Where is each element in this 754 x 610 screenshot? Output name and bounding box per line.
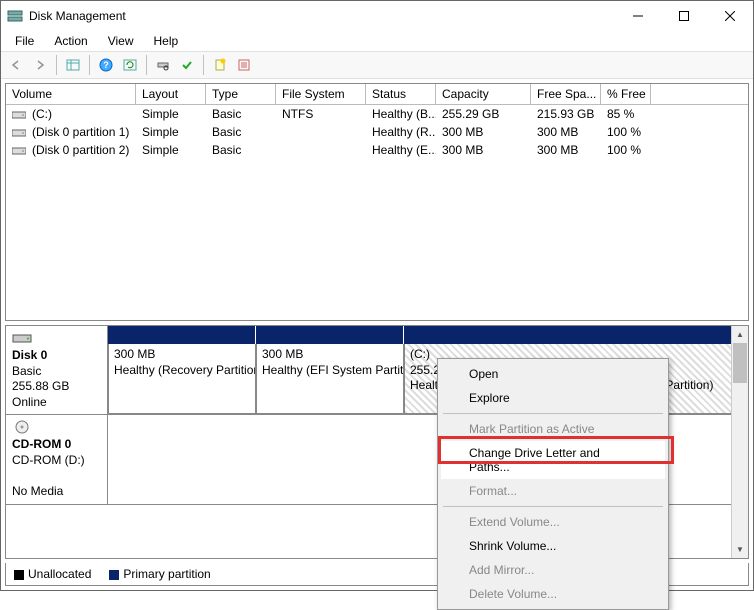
- drive-icon: [12, 127, 26, 138]
- disk-info[interactable]: Disk 0 Basic 255.88 GB Online: [6, 326, 108, 414]
- properties-icon[interactable]: [233, 54, 255, 76]
- menu-action[interactable]: Action: [46, 32, 95, 50]
- menu-view[interactable]: View: [100, 32, 142, 50]
- menu-help[interactable]: Help: [146, 32, 187, 50]
- volume-row[interactable]: (Disk 0 partition 2) Simple Basic Health…: [6, 141, 748, 159]
- volume-list: Volume Layout Type File System Status Ca…: [5, 83, 749, 321]
- view-icon[interactable]: [62, 54, 84, 76]
- col-layout[interactable]: Layout: [136, 84, 206, 105]
- partition[interactable]: 300 MB Healthy (EFI System Partition): [256, 344, 404, 414]
- volume-row[interactable]: (Disk 0 partition 1) Simple Basic Health…: [6, 123, 748, 141]
- col-free[interactable]: Free Spa...: [531, 84, 601, 105]
- check-icon[interactable]: [176, 54, 198, 76]
- menu-file[interactable]: File: [7, 32, 42, 50]
- rescan-icon[interactable]: [152, 54, 174, 76]
- new-icon[interactable]: [209, 54, 231, 76]
- menu-mark-active: Mark Partition as Active: [441, 417, 665, 441]
- scroll-down-icon[interactable]: ▼: [732, 541, 748, 558]
- swatch-unallocated: [14, 570, 24, 580]
- col-status[interactable]: Status: [366, 84, 436, 105]
- context-menu: Open Explore Mark Partition as Active Ch…: [437, 358, 669, 610]
- drive-icon: [12, 145, 26, 156]
- window-title: Disk Management: [29, 9, 615, 23]
- svg-text:?: ?: [103, 60, 109, 70]
- menu-add-mirror: Add Mirror...: [441, 558, 665, 582]
- titlebar: Disk Management: [1, 1, 753, 31]
- menu-extend: Extend Volume...: [441, 510, 665, 534]
- disk-management-window: Disk Management File Action View Help ? …: [0, 0, 754, 591]
- scrollbar-vertical[interactable]: ▲ ▼: [731, 326, 748, 558]
- disk-info[interactable]: CD-ROM 0 CD-ROM (D:) No Media: [6, 415, 108, 504]
- forward-button[interactable]: [29, 54, 51, 76]
- volume-rows: (C:) Simple Basic NTFS Healthy (B... 255…: [6, 105, 748, 320]
- back-button[interactable]: [5, 54, 27, 76]
- minimize-button[interactable]: [615, 1, 661, 31]
- menu-change-drive-letter[interactable]: Change Drive Letter and Paths...: [441, 441, 665, 479]
- col-type[interactable]: Type: [206, 84, 276, 105]
- swatch-primary: [109, 570, 119, 580]
- column-headers: Volume Layout Type File System Status Ca…: [6, 84, 748, 105]
- volume-row[interactable]: (C:) Simple Basic NTFS Healthy (B... 255…: [6, 105, 748, 123]
- menubar: File Action View Help: [1, 31, 753, 51]
- menu-delete: Delete Volume...: [441, 582, 665, 606]
- close-button[interactable]: [707, 1, 753, 31]
- refresh-icon[interactable]: [119, 54, 141, 76]
- maximize-button[interactable]: [661, 1, 707, 31]
- menu-shrink[interactable]: Shrink Volume...: [441, 534, 665, 558]
- toolbar: ?: [1, 51, 753, 79]
- menu-explore[interactable]: Explore: [441, 386, 665, 410]
- col-spacer: [651, 84, 748, 105]
- col-volume[interactable]: Volume: [6, 84, 136, 105]
- col-pctfree[interactable]: % Free: [601, 84, 651, 105]
- menu-format: Format...: [441, 479, 665, 503]
- col-filesystem[interactable]: File System: [276, 84, 366, 105]
- app-icon: [7, 8, 23, 24]
- col-capacity[interactable]: Capacity: [436, 84, 531, 105]
- help-icon[interactable]: ?: [95, 54, 117, 76]
- drive-icon: [12, 109, 26, 120]
- scroll-up-icon[interactable]: ▲: [732, 326, 748, 343]
- scroll-thumb[interactable]: [733, 343, 747, 383]
- disk-icon: [12, 330, 32, 346]
- menu-open[interactable]: Open: [441, 362, 665, 386]
- partition[interactable]: 300 MB Healthy (Recovery Partition): [108, 344, 256, 414]
- cdrom-icon: [12, 419, 32, 435]
